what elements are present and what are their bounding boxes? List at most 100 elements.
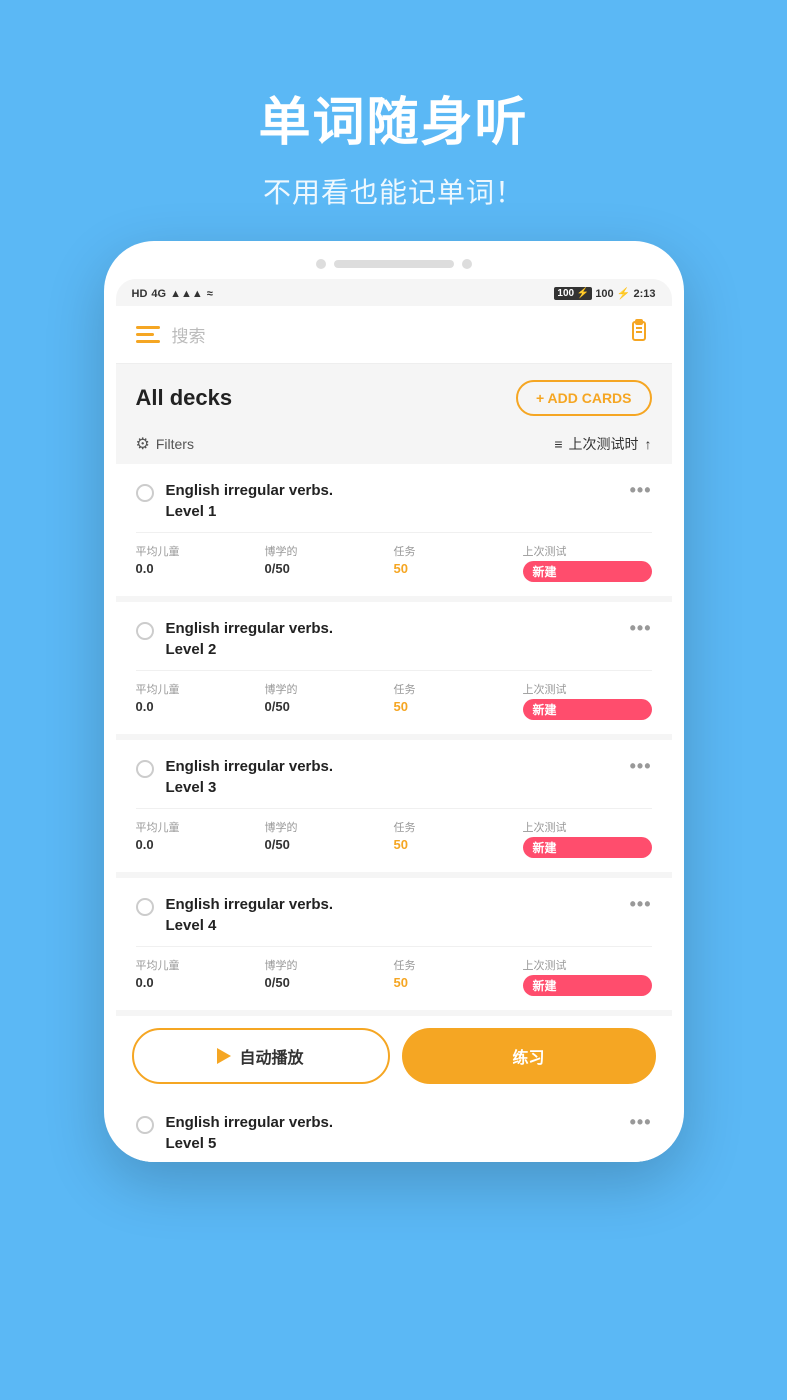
decks-header: All decks + ADD CARDS: [116, 364, 672, 428]
hero-section: 单词随身听 不用看也能记单词！: [0, 0, 787, 241]
sort-control[interactable]: ≡ 上次测试时 ↑: [554, 434, 651, 454]
deck-card-top-4: English irregular verbs.Level 4 •••: [136, 894, 652, 936]
stat-learned-label-3: 博学的: [265, 819, 394, 835]
filters-left[interactable]: ⚙ Filters: [136, 434, 194, 454]
practice-button[interactable]: 练习: [402, 1028, 656, 1084]
stat-task-2: 任务 50: [394, 681, 523, 720]
stat-last-test-value-3: 新建: [523, 837, 652, 858]
stat-avg-value-1: 0.0: [136, 561, 265, 576]
deck-more-4[interactable]: •••: [630, 894, 652, 915]
deck-card-left-1: English irregular verbs.Level 1: [136, 480, 630, 522]
deck-card-left-3: English irregular verbs.Level 3: [136, 756, 630, 798]
play-icon: [217, 1048, 231, 1064]
deck-card-top-3: English irregular verbs.Level 3 •••: [136, 756, 652, 798]
hamburger-line-1: [136, 326, 160, 329]
stat-last-test-label-2: 上次测试: [523, 681, 652, 697]
deck-checkbox-2[interactable]: [136, 622, 154, 640]
deck-card-top-1: English irregular verbs.Level 1 •••: [136, 480, 652, 522]
stat-task-label-1: 任务: [394, 543, 523, 559]
stat-avg-3: 平均儿童 0.0: [136, 819, 265, 858]
partial-deck-more[interactable]: •••: [630, 1112, 652, 1133]
partial-deck-name: English irregular verbs.Level 5: [166, 1112, 334, 1154]
status-bar: HD 4G ▲▲▲ ≈ 100 ⚡ 100 ⚡ 2:13: [116, 279, 672, 306]
stat-learned-label-1: 博学的: [265, 543, 394, 559]
partial-deck-card-top: English irregular verbs.Level 5 •••: [136, 1112, 652, 1154]
deck-name-3: English irregular verbs.Level 3: [166, 756, 334, 798]
signal-4g: 4G: [151, 288, 166, 300]
hamburger-line-3: [136, 340, 160, 343]
stat-avg-1: 平均儿童 0.0: [136, 543, 265, 582]
stat-last-test-2: 上次测试 新建: [523, 681, 652, 720]
notch-dot-left: [316, 259, 326, 269]
top-nav: 搜索: [116, 306, 672, 364]
stat-task-value-1: 50: [394, 561, 523, 576]
filters-label: Filters: [156, 436, 194, 452]
deck-more-1[interactable]: •••: [630, 480, 652, 501]
decks-title: All decks: [136, 385, 233, 411]
stat-last-test-label-4: 上次测试: [523, 957, 652, 973]
stat-avg-label-3: 平均儿童: [136, 819, 265, 835]
clipboard-icon[interactable]: [626, 318, 652, 351]
add-cards-button[interactable]: + ADD CARDS: [516, 380, 652, 416]
stat-last-test-4: 上次测试 新建: [523, 957, 652, 996]
sort-icon: ≡: [554, 436, 562, 452]
stat-task-label-4: 任务: [394, 957, 523, 973]
deck-checkbox-3[interactable]: [136, 760, 154, 778]
stat-last-test-label-3: 上次测试: [523, 819, 652, 835]
time-display: 100 ⚡ 2:13: [595, 287, 655, 300]
stat-avg-4: 平均儿童 0.0: [136, 957, 265, 996]
stat-learned-value-1: 0/50: [265, 561, 394, 576]
partial-deck-card: English irregular verbs.Level 5 •••: [116, 1096, 672, 1162]
deck-card-top-2: English irregular verbs.Level 2 •••: [136, 618, 652, 660]
stat-task-3: 任务 50: [394, 819, 523, 858]
stat-learned-value-3: 0/50: [265, 837, 394, 852]
sort-arrow: ↑: [645, 436, 652, 452]
deck-stats-3: 平均儿童 0.0 博学的 0/50 任务 50 上次测试 新建: [136, 808, 652, 858]
deck-card: English irregular verbs.Level 1 ••• 平均儿童…: [116, 464, 672, 596]
auto-play-button[interactable]: 自动播放: [132, 1028, 390, 1084]
deck-card-2: English irregular verbs.Level 2 ••• 平均儿童…: [116, 602, 672, 734]
deck-card-left-4: English irregular verbs.Level 4: [136, 894, 630, 936]
deck-more-3[interactable]: •••: [630, 756, 652, 777]
deck-card-3: English irregular verbs.Level 3 ••• 平均儿童…: [116, 740, 672, 872]
notch-dot-right: [462, 259, 472, 269]
stat-last-test-1: 上次测试 新建: [523, 543, 652, 582]
bottom-bar: 自动播放 练习: [116, 1016, 672, 1096]
nav-left-group: 搜索: [136, 322, 626, 347]
battery-icon: 100 ⚡: [554, 287, 592, 300]
sort-label: 上次测试时: [569, 434, 639, 454]
stat-task-4: 任务 50: [394, 957, 523, 996]
deck-name-2: English irregular verbs.Level 2: [166, 618, 334, 660]
filter-icon: ⚙: [136, 434, 150, 454]
stat-task-value-3: 50: [394, 837, 523, 852]
stat-last-test-3: 上次测试 新建: [523, 819, 652, 858]
status-right: 100 ⚡ 100 ⚡ 2:13: [554, 287, 655, 300]
stat-task-label-2: 任务: [394, 681, 523, 697]
deck-stats-4: 平均儿童 0.0 博学的 0/50 任务 50 上次测试 新建: [136, 946, 652, 996]
stat-learned-3: 博学的 0/50: [265, 819, 394, 858]
stat-avg-2: 平均儿童 0.0: [136, 681, 265, 720]
stat-learned-2: 博学的 0/50: [265, 681, 394, 720]
partial-deck-checkbox[interactable]: [136, 1116, 154, 1134]
stat-avg-label-2: 平均儿童: [136, 681, 265, 697]
deck-checkbox-1[interactable]: [136, 484, 154, 502]
auto-play-label: 自动播放: [239, 1044, 303, 1068]
stat-avg-label-4: 平均儿童: [136, 957, 265, 973]
deck-list: English irregular verbs.Level 1 ••• 平均儿童…: [116, 464, 672, 1010]
stat-learned-value-2: 0/50: [265, 699, 394, 714]
deck-name-1: English irregular verbs.Level 1: [166, 480, 334, 522]
stat-task-1: 任务 50: [394, 543, 523, 582]
stat-avg-value-2: 0.0: [136, 699, 265, 714]
hero-title: 单词随身听: [258, 80, 528, 155]
stat-avg-label-1: 平均儿童: [136, 543, 265, 559]
stat-task-value-4: 50: [394, 975, 523, 990]
status-left: HD 4G ▲▲▲ ≈: [132, 288, 213, 300]
stat-last-test-value-1: 新建: [523, 561, 652, 582]
deck-more-2[interactable]: •••: [630, 618, 652, 639]
deck-checkbox-4[interactable]: [136, 898, 154, 916]
search-placeholder-text[interactable]: 搜索: [172, 322, 206, 347]
deck-name-4: English irregular verbs.Level 4: [166, 894, 334, 936]
deck-stats-2: 平均儿童 0.0 博学的 0/50 任务 50 上次测试 新建: [136, 670, 652, 720]
deck-card-4: English irregular verbs.Level 4 ••• 平均儿童…: [116, 878, 672, 1010]
hamburger-button[interactable]: [136, 326, 160, 343]
